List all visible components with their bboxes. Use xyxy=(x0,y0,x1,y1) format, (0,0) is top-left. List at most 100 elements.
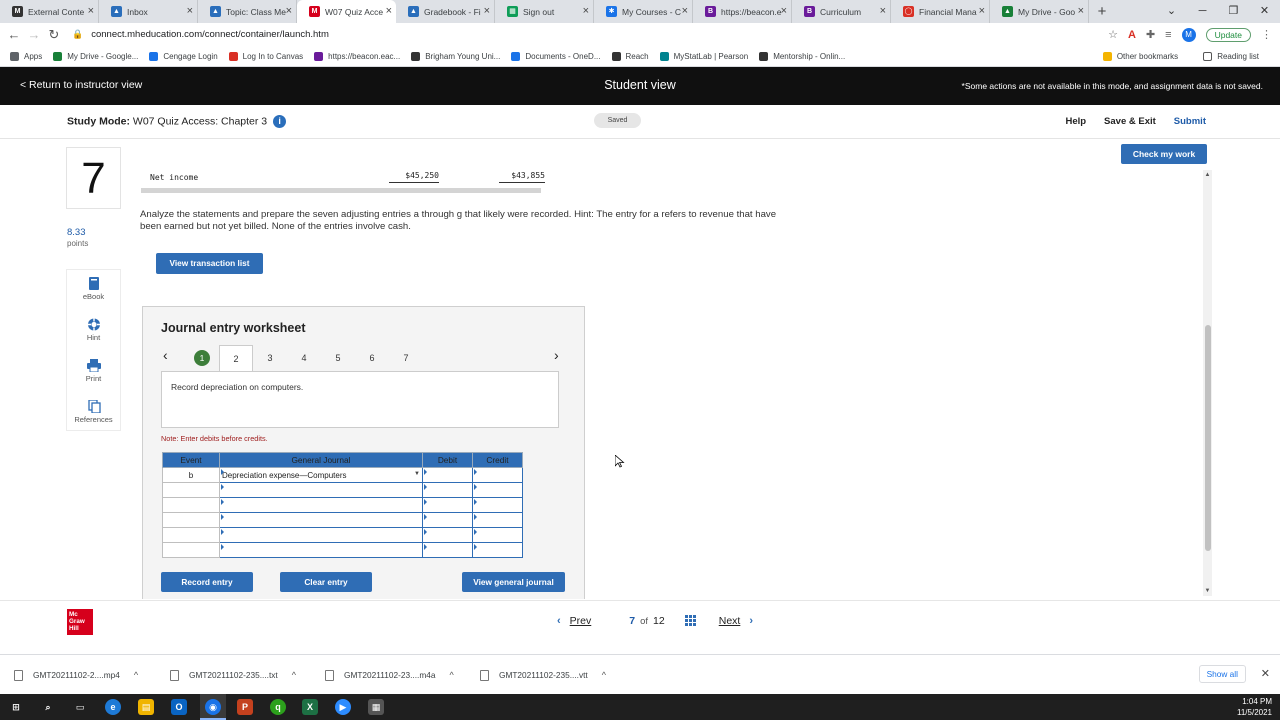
account-select[interactable] xyxy=(219,512,423,528)
scroll-down-icon[interactable]: ▼ xyxy=(1203,588,1212,594)
browser-tab[interactable]: ✱ My Courses - C × xyxy=(594,0,693,23)
prev-link[interactable]: Prev xyxy=(570,615,592,627)
dropdown-arrow-icon[interactable]: ▼ xyxy=(414,471,420,477)
tab-close-icon[interactable]: × xyxy=(682,5,688,17)
step-tab-5[interactable]: 5 xyxy=(321,345,355,371)
bookmark-item[interactable]: Reach xyxy=(611,51,649,61)
ebook-button[interactable]: eBook xyxy=(67,270,120,311)
bookmark-item[interactable]: Log In to Canvas xyxy=(228,51,303,61)
browser-tab[interactable]: ◯ Financial Mana × xyxy=(891,0,990,23)
debit-input[interactable] xyxy=(422,497,473,513)
account-select[interactable] xyxy=(219,527,423,543)
debit-input[interactable] xyxy=(422,482,473,498)
scroll-thumb[interactable] xyxy=(1205,325,1211,551)
browser-tab[interactable]: ▦ Sign out × xyxy=(495,0,594,23)
new-tab-icon[interactable]: + xyxy=(1089,0,1115,23)
url-field[interactable]: 🔒 connect.mheducation.com/connect/contai… xyxy=(72,29,1108,40)
debit-input[interactable] xyxy=(422,527,473,543)
account-select[interactable] xyxy=(219,542,423,558)
step-tab-3[interactable]: 3 xyxy=(253,345,287,371)
show-all-downloads-button[interactable]: Show all xyxy=(1198,665,1246,683)
debit-input[interactable] xyxy=(422,542,473,558)
download-item[interactable]: GMT20211102-235....vtt ^ xyxy=(480,665,606,685)
excel-icon[interactable]: X xyxy=(302,699,318,715)
browser-tab[interactable]: B Curriculum × xyxy=(792,0,891,23)
submit-link[interactable]: Submit xyxy=(1174,116,1206,127)
credit-input[interactable] xyxy=(472,467,523,483)
browser-tab[interactable]: Bhttps://beacon.e × xyxy=(693,0,792,23)
next-chevron-icon[interactable]: › xyxy=(749,615,753,627)
info-icon[interactable]: i xyxy=(273,115,287,128)
step-tab-2[interactable]: 2 xyxy=(219,345,253,372)
clear-entry-button[interactable]: Clear entry xyxy=(280,572,372,592)
bookmark-item[interactable]: Cengage Login xyxy=(149,51,218,61)
tab-close-icon[interactable]: × xyxy=(286,5,292,17)
credit-input[interactable] xyxy=(472,527,523,543)
profile-avatar[interactable]: M xyxy=(1181,27,1196,42)
bookmark-item[interactable]: Brigham Young Uni... xyxy=(411,51,500,61)
more-menu-icon[interactable]: ⋮ xyxy=(1261,28,1272,41)
restore-icon[interactable]: ❐ xyxy=(1218,0,1249,22)
task-view-icon[interactable]: ▭ xyxy=(72,699,88,715)
content-scrollbar[interactable]: ▲ ▼ xyxy=(1203,170,1212,596)
caret-up-icon[interactable]: ^ xyxy=(134,670,138,680)
zoom-icon[interactable]: ▶ xyxy=(335,699,351,715)
reading-list[interactable]: Reading list xyxy=(1203,52,1259,61)
credit-input[interactable] xyxy=(472,512,523,528)
bookmark-item[interactable]: Apps xyxy=(10,51,42,61)
forward-arrow-icon[interactable]: → xyxy=(24,27,44,42)
other-bookmarks[interactable]: Other bookmarks xyxy=(1102,52,1178,61)
step-tab-4[interactable]: 4 xyxy=(287,345,321,371)
windows-start-icon[interactable]: ⊞ xyxy=(8,699,24,715)
close-downloads-icon[interactable]: ✕ xyxy=(1261,667,1270,680)
chevron-left-icon[interactable]: ‹ xyxy=(163,347,168,363)
back-arrow-icon[interactable]: ← xyxy=(4,27,24,42)
browser-tab[interactable]: ▲ Topic: Class Me × xyxy=(198,0,297,23)
credit-input[interactable] xyxy=(472,542,523,558)
browser-tab[interactable]: ▲ Gradebook - Fi × xyxy=(396,0,495,23)
search-icon[interactable]: ⌕ xyxy=(40,699,56,715)
download-item[interactable]: GMT20211102-23....m4a ^ xyxy=(325,665,454,685)
step-tab-1[interactable]: 1 xyxy=(185,345,219,371)
credit-input[interactable] xyxy=(472,497,523,513)
scroll-up-icon[interactable]: ▲ xyxy=(1203,172,1212,178)
bookmark-item[interactable]: MyStatLab | Pearson xyxy=(659,51,748,61)
bookmark-item[interactable]: Documents - OneD... xyxy=(511,51,601,61)
edge-icon[interactable]: e xyxy=(105,699,121,715)
caret-up-icon[interactable]: ^ xyxy=(602,670,606,680)
download-item[interactable]: GMT20211102-235....txt ^ xyxy=(170,665,296,685)
debit-input[interactable] xyxy=(422,512,473,528)
outlook-icon[interactable]: O xyxy=(171,699,187,715)
media-queue-icon[interactable]: ≡ xyxy=(1165,29,1171,41)
credit-input[interactable] xyxy=(472,482,523,498)
browser-tab[interactable]: M W07 Quiz Acce × xyxy=(297,0,396,23)
download-item[interactable]: GMT20211102-2....mp4 ^ xyxy=(14,665,138,685)
account-select[interactable] xyxy=(219,497,423,513)
step-tab-7[interactable]: 7 xyxy=(389,345,423,371)
debit-input[interactable] xyxy=(422,467,473,483)
statement-scroll-rule[interactable] xyxy=(141,188,541,193)
account-select[interactable]: Depreciation expense—Computers ▼ xyxy=(219,467,423,483)
view-general-journal-button[interactable]: View general journal xyxy=(462,572,565,592)
bookmark-star-icon[interactable]: ☆ xyxy=(1108,28,1118,41)
system-clock[interactable]: 1:04 PM 11/5/2021 xyxy=(1237,696,1272,718)
powerpoint-icon[interactable]: P xyxy=(237,699,253,715)
quickbooks-icon[interactable]: q xyxy=(270,699,286,715)
next-link[interactable]: Next xyxy=(719,615,741,627)
tab-close-icon[interactable]: × xyxy=(979,5,985,17)
tab-close-icon[interactable]: × xyxy=(1078,5,1084,17)
tab-close-icon[interactable]: × xyxy=(386,5,392,17)
browser-tab[interactable]: M External Conte × xyxy=(0,0,99,23)
reload-icon[interactable]: ↻ xyxy=(44,27,64,43)
caret-up-icon[interactable]: ^ xyxy=(449,670,453,680)
chrome-icon[interactable]: ◉ xyxy=(205,699,221,715)
tab-close-icon[interactable]: × xyxy=(583,5,589,17)
tab-close-icon[interactable]: × xyxy=(880,5,886,17)
print-button[interactable]: Print xyxy=(67,352,120,393)
tab-close-icon[interactable]: × xyxy=(88,5,94,17)
tab-search-icon[interactable]: ⌄ xyxy=(1156,0,1187,22)
help-link[interactable]: Help xyxy=(1065,116,1086,127)
chevron-right-icon[interactable]: › xyxy=(554,347,559,363)
account-select[interactable] xyxy=(219,482,423,498)
browser-tab[interactable]: ▲ My Drive - Goo × xyxy=(990,0,1089,23)
